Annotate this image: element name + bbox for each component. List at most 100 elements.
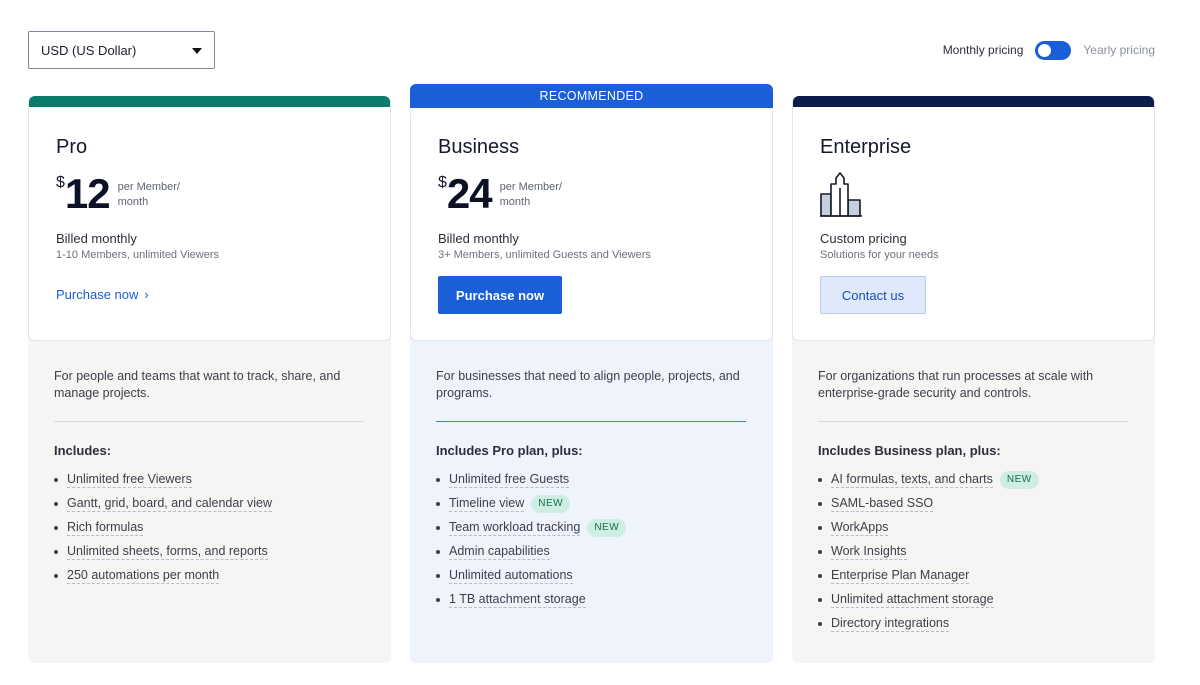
plan-name: Business — [438, 136, 520, 158]
bullet-icon — [818, 574, 822, 578]
pricing-period-toggle-group: Monthly pricing Yearly pricing — [943, 40, 1155, 60]
plan-accent-stripe — [793, 96, 1154, 107]
billing-cycle: Billed monthly — [56, 231, 137, 246]
feature-text[interactable]: Unlimited sheets, forms, and reports — [67, 544, 268, 560]
price-unit-line2: month — [117, 196, 149, 208]
currency-symbol: $ — [438, 174, 447, 191]
bullet-icon — [54, 574, 58, 578]
feature-text[interactable]: AI formulas, texts, and charts — [831, 472, 993, 488]
feature-list: Unlimited free Guests Timeline view NEW T… — [436, 468, 627, 612]
feature-item: Team workload tracking NEW — [436, 516, 627, 540]
price-unit-line1: per Member/ — [499, 181, 562, 193]
bullet-icon — [436, 478, 440, 482]
purchase-now-button[interactable]: Purchase now — [438, 276, 562, 314]
feature-text[interactable]: 1 TB attachment storage — [449, 592, 586, 608]
feature-text[interactable]: Gantt, grid, board, and calendar view — [67, 496, 272, 512]
feature-text[interactable]: Work Insights — [831, 544, 907, 560]
plan-card-enterprise: Enterprise Custom pricing Solutions for … — [792, 96, 1155, 663]
contact-us-button[interactable]: Contact us — [820, 276, 926, 314]
plan-name: Enterprise — [820, 136, 912, 158]
feature-item: Directory integrations — [818, 612, 1039, 636]
billing-cycle: Custom pricing — [820, 231, 907, 246]
feature-list: AI formulas, texts, and charts NEW SAML-b… — [818, 468, 1039, 636]
bullet-icon — [818, 502, 822, 506]
feature-text[interactable]: Unlimited free Guests — [449, 472, 570, 488]
plan-description: For people and teams that want to track,… — [54, 369, 341, 400]
plan-price: $ 24 per Member/ month — [438, 170, 562, 217]
currency-select-value: USD (US Dollar) — [41, 42, 137, 58]
feature-item: Unlimited free Viewers — [54, 468, 272, 492]
purchase-now-link[interactable]: Purchase now › — [56, 287, 149, 302]
yearly-pricing-label[interactable]: Yearly pricing — [1083, 43, 1155, 57]
plan-description: For organizations that run processes at … — [818, 369, 1094, 400]
bullet-icon — [54, 478, 58, 482]
chevron-right-icon: › — [144, 287, 149, 302]
feature-text[interactable]: Team workload tracking — [449, 520, 581, 536]
bullet-icon — [436, 526, 440, 530]
new-badge: NEW — [531, 495, 571, 513]
plan-card-pro: Pro $ 12 per Member/ month Billed monthl… — [28, 96, 391, 663]
price-unit: per Member/ month — [118, 180, 180, 210]
monthly-pricing-label[interactable]: Monthly pricing — [943, 43, 1024, 57]
feature-item: WorkApps — [818, 516, 1039, 540]
feature-text[interactable]: Unlimited attachment storage — [831, 592, 994, 608]
caret-down-icon — [192, 48, 202, 54]
price-unit-line1: per Member/ — [117, 181, 180, 193]
includes-title: Includes: — [54, 443, 112, 458]
price-amount: 24 — [446, 170, 493, 217]
currency-select[interactable]: USD (US Dollar) — [28, 31, 215, 69]
feature-item: Admin capabilities — [436, 540, 626, 564]
feature-item: Timeline view NEW — [436, 492, 626, 516]
feature-text[interactable]: SAML-based SSO — [831, 496, 934, 512]
plan-card-header: Pro $ 12 per Member/ month Billed monthl… — [28, 96, 391, 341]
price-amount: 12 — [64, 170, 111, 217]
price-unit-line2: month — [499, 196, 531, 208]
divider — [818, 421, 1128, 422]
pricing-period-toggle[interactable] — [1035, 40, 1072, 60]
bullet-icon — [54, 550, 58, 554]
divider — [54, 421, 364, 422]
price-unit: per Member/ month — [500, 180, 562, 210]
billing-cycle: Billed monthly — [438, 231, 519, 246]
includes-title: Includes Business plan, plus: — [818, 443, 1001, 458]
feature-item: 1 TB attachment storage — [436, 588, 626, 612]
feature-item: Work Insights — [818, 540, 1039, 564]
feature-item: Unlimited sheets, forms, and reports — [54, 540, 272, 564]
feature-item: 250 automations per month — [54, 564, 272, 588]
feature-item: AI formulas, texts, and charts NEW — [818, 468, 1039, 492]
feature-item: Unlimited attachment storage — [818, 588, 1039, 612]
feature-text[interactable]: Rich formulas — [67, 520, 144, 536]
feature-text[interactable]: Unlimited automations — [449, 568, 573, 584]
recommended-banner: RECOMMENDED — [410, 84, 773, 108]
plan-price: $ 12 per Member/ month — [56, 170, 180, 217]
feature-item: Enterprise Plan Manager — [818, 564, 1039, 588]
feature-text[interactable]: 250 automations per month — [67, 568, 220, 584]
bullet-icon — [436, 550, 440, 554]
feature-item: Unlimited automations — [436, 564, 626, 588]
bullet-icon — [818, 526, 822, 530]
plan-name: Pro — [56, 136, 88, 158]
bullet-icon — [436, 502, 440, 506]
feature-text[interactable]: WorkApps — [831, 520, 889, 536]
feature-item: Gantt, grid, board, and calendar view — [54, 492, 272, 516]
feature-text[interactable]: Timeline view — [449, 496, 525, 512]
feature-item: SAML-based SSO — [818, 492, 1039, 516]
feature-text[interactable]: Unlimited free Viewers — [67, 472, 192, 488]
member-limits: 3+ Members, unlimited Guests and Viewers — [438, 249, 651, 261]
bullet-icon — [54, 526, 58, 530]
toggle-knob — [1038, 43, 1052, 57]
feature-text[interactable]: Directory integrations — [831, 616, 950, 632]
feature-item: Rich formulas — [54, 516, 272, 540]
member-limits: 1-10 Members, unlimited Viewers — [56, 249, 220, 261]
plan-description: For businesses that need to align people… — [436, 369, 740, 400]
feature-text[interactable]: Admin capabilities — [449, 544, 550, 560]
purchase-now-label: Purchase now — [56, 287, 139, 302]
feature-text[interactable]: Enterprise Plan Manager — [831, 568, 970, 584]
bullet-icon — [436, 598, 440, 602]
divider — [436, 421, 746, 422]
bullet-icon — [818, 550, 822, 554]
bullet-icon — [54, 502, 58, 506]
bullet-icon — [818, 598, 822, 602]
plan-card-business: RECOMMENDED Business $ 24 per Member/ mo… — [410, 84, 773, 663]
pricing-note: Solutions for your needs — [820, 249, 939, 261]
